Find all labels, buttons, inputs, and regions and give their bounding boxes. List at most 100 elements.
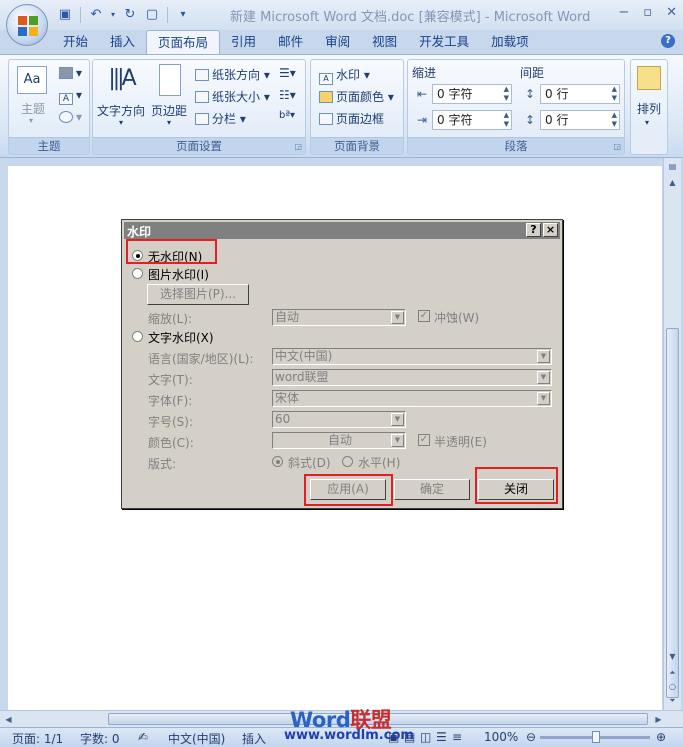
spacing-after-input[interactable]: 0 行 ▲ ▼ xyxy=(540,110,620,130)
view-web-icon[interactable]: ◫ xyxy=(420,730,431,744)
orientation-button[interactable]: 纸张方向 ▾ xyxy=(195,66,270,83)
view-draft-icon[interactable]: ≡ xyxy=(452,730,462,744)
theme-fonts-icon[interactable]: A ▾ xyxy=(59,88,82,105)
horizontal-radio[interactable] xyxy=(342,456,353,467)
redo-icon[interactable]: ↻ xyxy=(121,6,139,24)
dialog-title-bar[interactable]: 水印 ? × xyxy=(124,222,560,239)
customize-qat-icon[interactable]: ▾ xyxy=(174,6,192,24)
text-watermark-label[interactable]: 文字水印(X) xyxy=(148,329,214,346)
vertical-scroll-thumb[interactable] xyxy=(666,328,679,698)
zoom-in-icon[interactable]: ⊕ xyxy=(656,730,666,744)
size-button[interactable]: 纸张大小 ▾ xyxy=(195,88,270,105)
text-dropdown-icon[interactable]: ▼ xyxy=(537,371,550,384)
dialog-help-button[interactable]: ? xyxy=(526,223,541,237)
themes-button[interactable]: 主题 xyxy=(21,100,45,117)
zoom-out-icon[interactable]: ⊖ xyxy=(526,730,536,744)
indent-left-input[interactable]: 0 字符 ▲ ▼ xyxy=(432,84,512,104)
scroll-left-icon[interactable]: ◀ xyxy=(2,713,15,726)
previous-page-icon[interactable]: ⏶ xyxy=(666,666,679,679)
indent-left-spinner[interactable]: ▲ ▼ xyxy=(504,85,509,103)
horizontal-label[interactable]: 水平(H) xyxy=(358,454,400,471)
scroll-right-icon[interactable]: ▶ xyxy=(652,713,665,726)
margins-icon[interactable] xyxy=(159,64,181,96)
undo-dropdown-icon[interactable]: ▾ xyxy=(109,6,117,24)
undo-icon[interactable]: ↶ xyxy=(87,6,105,24)
margins-button[interactable]: 页边距 xyxy=(151,102,187,119)
status-zoom[interactable]: 100% xyxy=(484,730,518,744)
paragraph-launcher-icon[interactable]: ◲ xyxy=(613,142,621,151)
tab-developer[interactable]: 开发工具 xyxy=(408,30,480,54)
tab-insert[interactable]: 插入 xyxy=(99,30,146,54)
washout-checkbox[interactable]: ✓ xyxy=(418,310,430,322)
tab-mailings[interactable]: 邮件 xyxy=(267,30,314,54)
themes-dropdown-icon[interactable]: ▾ xyxy=(29,116,33,125)
spacing-before-spinner[interactable]: ▲ ▼ xyxy=(612,85,617,103)
status-language[interactable]: 中文(中国) xyxy=(168,730,225,747)
text-watermark-radio[interactable] xyxy=(132,331,143,342)
scale-dropdown-icon[interactable]: ▼ xyxy=(391,311,404,324)
office-button[interactable] xyxy=(6,4,48,46)
size-dropdown-icon[interactable]: ▼ xyxy=(391,413,404,426)
indent-right-input[interactable]: 0 字符 ▲ ▼ xyxy=(432,110,512,130)
vertical-scrollbar[interactable]: ▤ ▲ ▼ ⏶ ○ ⏷ xyxy=(663,158,681,710)
diagonal-label[interactable]: 斜式(D) xyxy=(288,454,331,471)
color-select[interactable]: 自动 ▼ xyxy=(272,432,406,449)
spacing-before-input[interactable]: 0 行 ▲ ▼ xyxy=(540,84,620,104)
line-numbers-icon[interactable]: ☷▾ xyxy=(279,88,296,102)
browse-object-icon[interactable]: ○ xyxy=(666,680,679,693)
scroll-down-icon[interactable]: ▼ xyxy=(666,650,679,663)
themes-icon[interactable]: Aa xyxy=(17,66,47,94)
tab-review[interactable]: 审阅 xyxy=(314,30,361,54)
tab-page-layout[interactable]: 页面布局 xyxy=(146,30,221,54)
tab-addins[interactable]: 加载项 xyxy=(480,30,540,54)
text-direction-dropdown-icon[interactable]: ▾ xyxy=(119,118,123,127)
tab-view[interactable]: 视图 xyxy=(361,30,408,54)
columns-button[interactable]: 分栏 ▾ xyxy=(195,110,246,127)
size-select[interactable]: 60 ▼ xyxy=(272,411,406,428)
arrange-dropdown-icon[interactable]: ▾ xyxy=(645,118,649,127)
proofing-icon[interactable]: ✍ xyxy=(138,730,148,744)
text-select[interactable]: word联盟 ▼ xyxy=(272,369,552,386)
text-direction-icon[interactable]: |||A xyxy=(107,64,136,96)
page-setup-launcher-icon[interactable]: ◲ xyxy=(294,142,302,151)
zoom-slider-knob[interactable] xyxy=(592,731,600,743)
maximize-icon[interactable]: ▫ xyxy=(643,5,652,20)
spacing-after-spinner[interactable]: ▲ ▼ xyxy=(612,111,617,129)
status-words[interactable]: 字数: 0 xyxy=(80,730,120,747)
font-select[interactable]: 宋体 ▼ xyxy=(272,390,552,407)
view-outline-icon[interactable]: ☰ xyxy=(436,730,447,744)
language-select[interactable]: 中文(中国) ▼ xyxy=(272,348,552,365)
close-window-icon[interactable]: ✕ xyxy=(666,5,677,20)
status-page[interactable]: 页面: 1/1 xyxy=(12,730,63,747)
page-borders-button[interactable]: 页面边框 xyxy=(319,110,384,127)
ok-button[interactable]: 确定 xyxy=(394,479,470,500)
theme-colors-icon[interactable]: ▾ xyxy=(59,66,82,80)
watermark-button[interactable]: A 水印 ▾ xyxy=(319,66,370,85)
help-icon[interactable]: ? xyxy=(661,34,675,48)
dialog-close-button[interactable]: × xyxy=(543,223,558,237)
minimize-icon[interactable]: − xyxy=(618,5,629,20)
color-dropdown-icon[interactable]: ▼ xyxy=(391,434,404,447)
arrange-icon[interactable] xyxy=(637,66,661,90)
scroll-up-icon[interactable]: ▲ xyxy=(666,176,679,189)
language-dropdown-icon[interactable]: ▼ xyxy=(537,350,550,363)
margins-dropdown-icon[interactable]: ▾ xyxy=(167,118,171,127)
page-color-button[interactable]: 页面颜色 ▾ xyxy=(319,88,394,105)
tab-references[interactable]: 引用 xyxy=(220,30,267,54)
arrange-button[interactable]: 排列 xyxy=(637,100,661,117)
scale-select[interactable]: 自动 ▼ xyxy=(272,309,406,326)
semitransparent-checkbox[interactable]: ✓ xyxy=(418,434,430,446)
new-document-icon[interactable]: ▢ xyxy=(143,6,161,24)
breaks-icon[interactable]: ☰▾ xyxy=(279,66,296,80)
save-icon[interactable]: ▣ xyxy=(56,6,74,24)
next-page-icon[interactable]: ⏷ xyxy=(666,694,679,707)
picture-watermark-radio[interactable] xyxy=(132,268,143,279)
diagonal-radio[interactable] xyxy=(272,456,283,467)
hyphenation-icon[interactable]: bª▾ xyxy=(279,110,295,121)
tab-home[interactable]: 开始 xyxy=(52,30,99,54)
picture-watermark-label[interactable]: 图片水印(I) xyxy=(148,266,209,283)
font-dropdown-icon[interactable]: ▼ xyxy=(537,392,550,405)
select-picture-button[interactable]: 选择图片(P)... xyxy=(147,284,249,305)
theme-effects-icon[interactable]: ▾ xyxy=(59,110,82,124)
ruler-toggle-icon[interactable]: ▤ xyxy=(666,160,679,173)
